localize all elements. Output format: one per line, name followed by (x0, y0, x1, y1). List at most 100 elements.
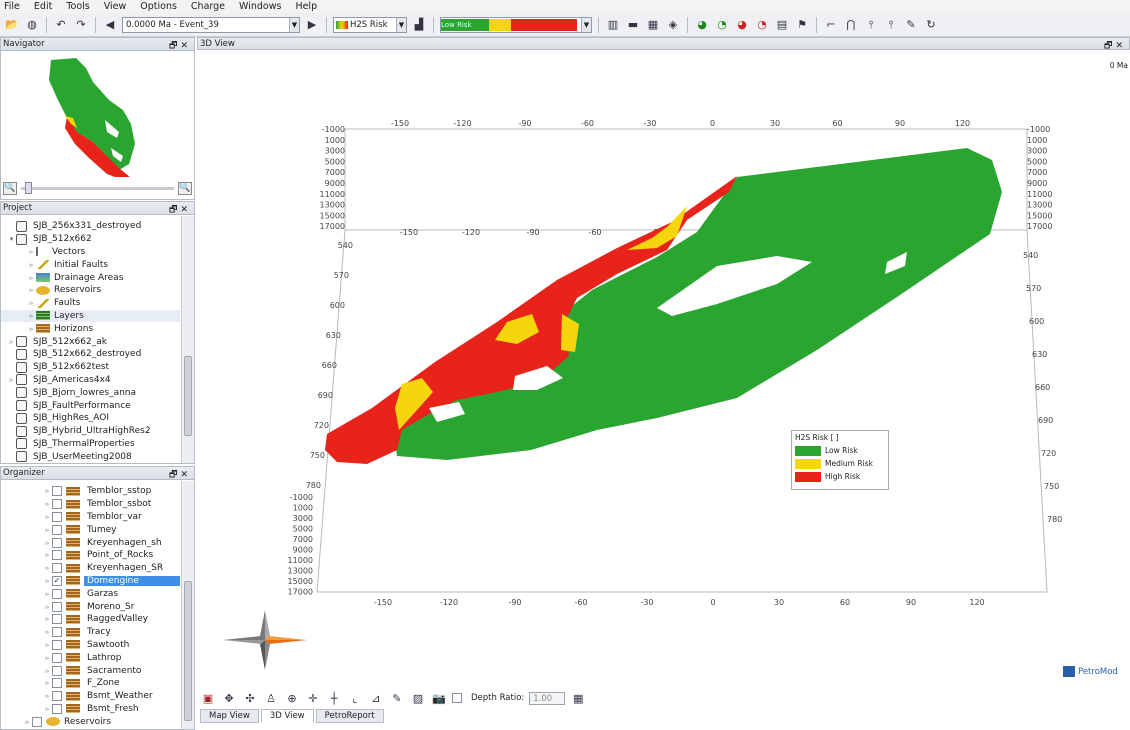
colorbar-combo[interactable]: Low Risk ▼ (440, 16, 592, 33)
expand-icon[interactable]: ▹ (27, 286, 36, 294)
project-item[interactable]: ▹ Horizons (1, 322, 180, 335)
project-item[interactable]: ▹ Reservoirs (1, 284, 180, 297)
expand-icon[interactable]: ▹ (43, 667, 52, 675)
organizer-item[interactable]: ▹ Lathrop (1, 651, 180, 664)
person-icon[interactable]: ♙ (263, 690, 279, 706)
event-combo[interactable]: 0.0000 Ma - Event_39 ▼ (122, 16, 300, 33)
zoom-out-icon[interactable]: 🔍 (3, 181, 17, 195)
expand-icon[interactable]: ▹ (43, 551, 52, 559)
organizer-item[interactable]: ▹ Reservoirs (1, 715, 180, 728)
well-icon[interactable]: ⫯ (863, 17, 879, 33)
organizer-item[interactable]: ▹ Point_of_Rocks (1, 549, 180, 562)
measure-icon[interactable]: ⊿ (368, 690, 384, 706)
expand-icon[interactable]: ▹ (27, 261, 36, 269)
project-item[interactable]: SJB_HighRes_AOI (1, 412, 180, 425)
depth-ratio-input[interactable]: 1.00 (529, 691, 566, 705)
layer-checkbox[interactable] (52, 703, 62, 714)
ruler-icon[interactable]: ▬ (625, 17, 641, 33)
trap-icon[interactable]: ⋂ (843, 17, 859, 33)
expand-icon[interactable]: ▹ (43, 692, 52, 700)
expand-icon[interactable]: ▹ (43, 513, 52, 521)
organizer-item[interactable]: ▹ Sawtooth (1, 639, 180, 652)
histogram-icon[interactable]: ▟ (411, 17, 427, 33)
layer-checkbox[interactable] (52, 511, 62, 522)
project-item[interactable]: SJB_512x662_destroyed (1, 348, 180, 361)
organizer-item[interactable]: ▹ Sacramento (1, 664, 180, 677)
pan-icon[interactable]: ✥ (221, 690, 237, 706)
rotate-icon[interactable]: ↻ (923, 17, 939, 33)
scroll-thumb[interactable] (184, 581, 192, 721)
expand-icon[interactable]: ▹ (23, 718, 32, 726)
flag-icon[interactable]: ⚑ (794, 17, 810, 33)
organizer-item[interactable]: ▹ Temblor_var (1, 511, 180, 524)
tab-3d-view[interactable]: 3D View (260, 709, 314, 723)
expand-icon[interactable]: ▹ (27, 299, 36, 307)
image-icon[interactable]: ▨ (410, 690, 426, 706)
project-item[interactable]: SJB_UserMeeting2008 (1, 450, 180, 463)
paint-icon[interactable]: ✎ (389, 690, 405, 706)
layer-checkbox[interactable] (52, 678, 62, 689)
well-alt-icon[interactable]: ⫯ (883, 17, 899, 33)
layer-checkbox[interactable] (52, 691, 62, 702)
expand-icon[interactable]: ▾ (7, 235, 16, 243)
open-icon[interactable]: 📂 (4, 17, 20, 33)
fault-surface-alt-icon[interactable]: ◔ (754, 17, 770, 33)
zoom-slider[interactable] (21, 181, 174, 194)
project-item[interactable]: SJB_Bjorn_lowres_anna (1, 386, 180, 399)
layer-checkbox[interactable]: ✓ (52, 575, 62, 586)
expand-icon[interactable]: ▹ (43, 679, 52, 687)
surface-alt-icon[interactable]: ◔ (714, 17, 730, 33)
menu-view[interactable]: View (104, 1, 127, 12)
menu-windows[interactable]: Windows (239, 1, 281, 12)
expand-icon[interactable]: ▹ (43, 615, 52, 623)
project-item[interactable]: ▹ Initial Faults (1, 258, 180, 271)
draw-icon[interactable]: ✎ (903, 17, 919, 33)
project-scrollbar[interactable] (181, 216, 194, 463)
fault-surface-icon[interactable]: ◕ (734, 17, 750, 33)
redo-icon[interactable]: ↷ (73, 17, 89, 33)
expand-icon[interactable]: ▹ (43, 654, 52, 662)
surface-icon[interactable]: ◕ (694, 17, 710, 33)
reservoirs-checkbox[interactable] (32, 716, 42, 727)
navigator-map[interactable] (1, 52, 194, 177)
expand-icon[interactable]: ▹ (43, 590, 52, 598)
project-item[interactable]: SJB_512x662test (1, 361, 180, 374)
project-item[interactable]: ▾ SJB_512x662 (1, 233, 180, 246)
layer-checkbox[interactable] (52, 550, 62, 561)
expand-icon[interactable]: ▹ (27, 274, 36, 282)
tab-map-view[interactable]: Map View (200, 709, 259, 723)
organizer-item[interactable]: ▹ Temblor_ssbot (1, 498, 180, 511)
organizer-item[interactable]: ▹ ✓ Domengine (1, 575, 180, 588)
expand-icon[interactable]: ▹ (43, 628, 52, 636)
expand-icon[interactable]: ▹ (43, 487, 52, 495)
rotate-icon[interactable]: ✣ (242, 690, 258, 706)
undo-icon[interactable]: ↶ (53, 17, 69, 33)
play-forward-icon[interactable]: ▶ (304, 17, 320, 33)
columns-icon[interactable]: ▥ (605, 17, 621, 33)
depth-ratio-checkbox[interactable] (452, 693, 462, 703)
expand-icon[interactable]: ▹ (43, 526, 52, 534)
zoom-slider-handle[interactable] (25, 181, 32, 194)
3d-scene[interactable]: -150 -120 -90 -60 -30 0 30 60 90 120 -150 -120 -90 -6… (197, 52, 1130, 692)
zoom-in-icon[interactable]: 🔍 (178, 181, 192, 195)
tab-petroreport[interactable]: PetroReport (315, 709, 384, 723)
project-item[interactable]: ▹ Drainage Areas (1, 271, 180, 284)
project-item[interactable]: ▹ Vectors (1, 246, 180, 259)
project-item[interactable]: SJB_FaultPerformance (1, 399, 180, 412)
select-icon[interactable]: ▣ (200, 690, 216, 706)
expand-icon[interactable]: ▹ (43, 603, 52, 611)
expand-icon[interactable]: ▹ (43, 577, 52, 585)
organizer-item[interactable]: ▹ Kreyenhagen_sh (1, 536, 180, 549)
expand-icon[interactable]: ▹ (7, 338, 16, 346)
menu-options[interactable]: Options (140, 1, 177, 12)
expand-icon[interactable]: ▹ (43, 641, 52, 649)
expand-icon[interactable]: ▹ (43, 500, 52, 508)
expand-icon[interactable]: ▹ (43, 564, 52, 572)
layer-checkbox[interactable] (52, 537, 62, 548)
expand-icon[interactable]: ▹ (43, 705, 52, 713)
organizer-item[interactable]: ▹ Bsmt_Fresh (1, 703, 180, 716)
project-item[interactable]: SJB_256x331_destroyed (1, 220, 180, 233)
project-item[interactable]: ▹ SJB_512x662_ak (1, 335, 180, 348)
cross-icon[interactable]: ✛ (305, 690, 321, 706)
layer-checkbox[interactable] (52, 665, 62, 676)
